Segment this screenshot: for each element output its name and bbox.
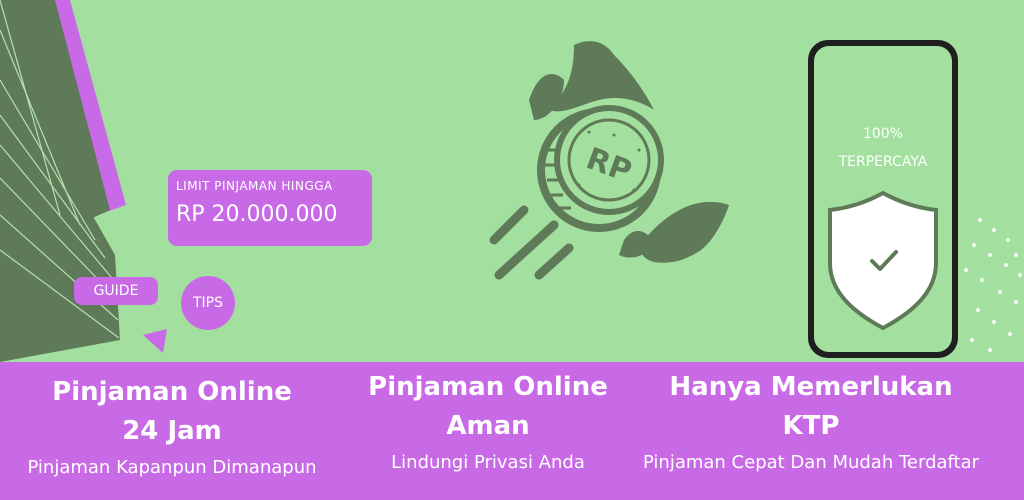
dots-decoration [964,218,1022,352]
feature-24-jam: Pinjaman Online 24 Jam Pinjaman Kapanpun… [0,362,344,481]
feature-subtitle: Lindungi Privasi Anda [391,452,585,473]
phone-mockup [808,40,958,358]
app-logo-panel: RP [429,0,772,353]
trust-percent: 100% [862,126,904,142]
guide-badge: GUIDE [74,277,158,305]
feature-subtitle: Pinjaman Cepat Dan Mudah Terdaftar [642,452,980,473]
feature-title-line2: KTP [782,411,840,441]
loan-limit-badge: LIMIT PINJAMAN HINGGA RP 20.000.000 [168,170,372,246]
feature-subtitle: Pinjaman Kapanpun Dimanapun [27,457,317,478]
trust-badge: 100% TERPERCAYA [816,120,950,176]
trust-label: TERPERCAYA [838,154,928,170]
feature-title-line1: Pinjaman Online [368,372,608,402]
feature-title-line2: 24 Jam [122,416,222,446]
stacked-cards-decoration [0,0,126,362]
rupiah-coin-wings-icon: RP [489,41,729,280]
feature-ktp: Hanya Memerlukan KTP Pinjaman Cepat Dan … [612,362,1010,476]
loan-limit-amount: RP 20.000.000 [176,202,338,227]
loan-limit-label: LIMIT PINJAMAN HINGGA [176,179,333,193]
triangle-decoration-icon [143,329,167,353]
feature-title-line2: Aman [446,411,530,441]
tips-badge: TIPS [181,276,235,330]
feature-title-line1: Pinjaman Online [52,377,292,407]
feature-title-line1: Hanya Memerlukan [669,372,953,402]
feature-aman: Pinjaman Online Aman Lindungi Privasi An… [340,362,636,476]
